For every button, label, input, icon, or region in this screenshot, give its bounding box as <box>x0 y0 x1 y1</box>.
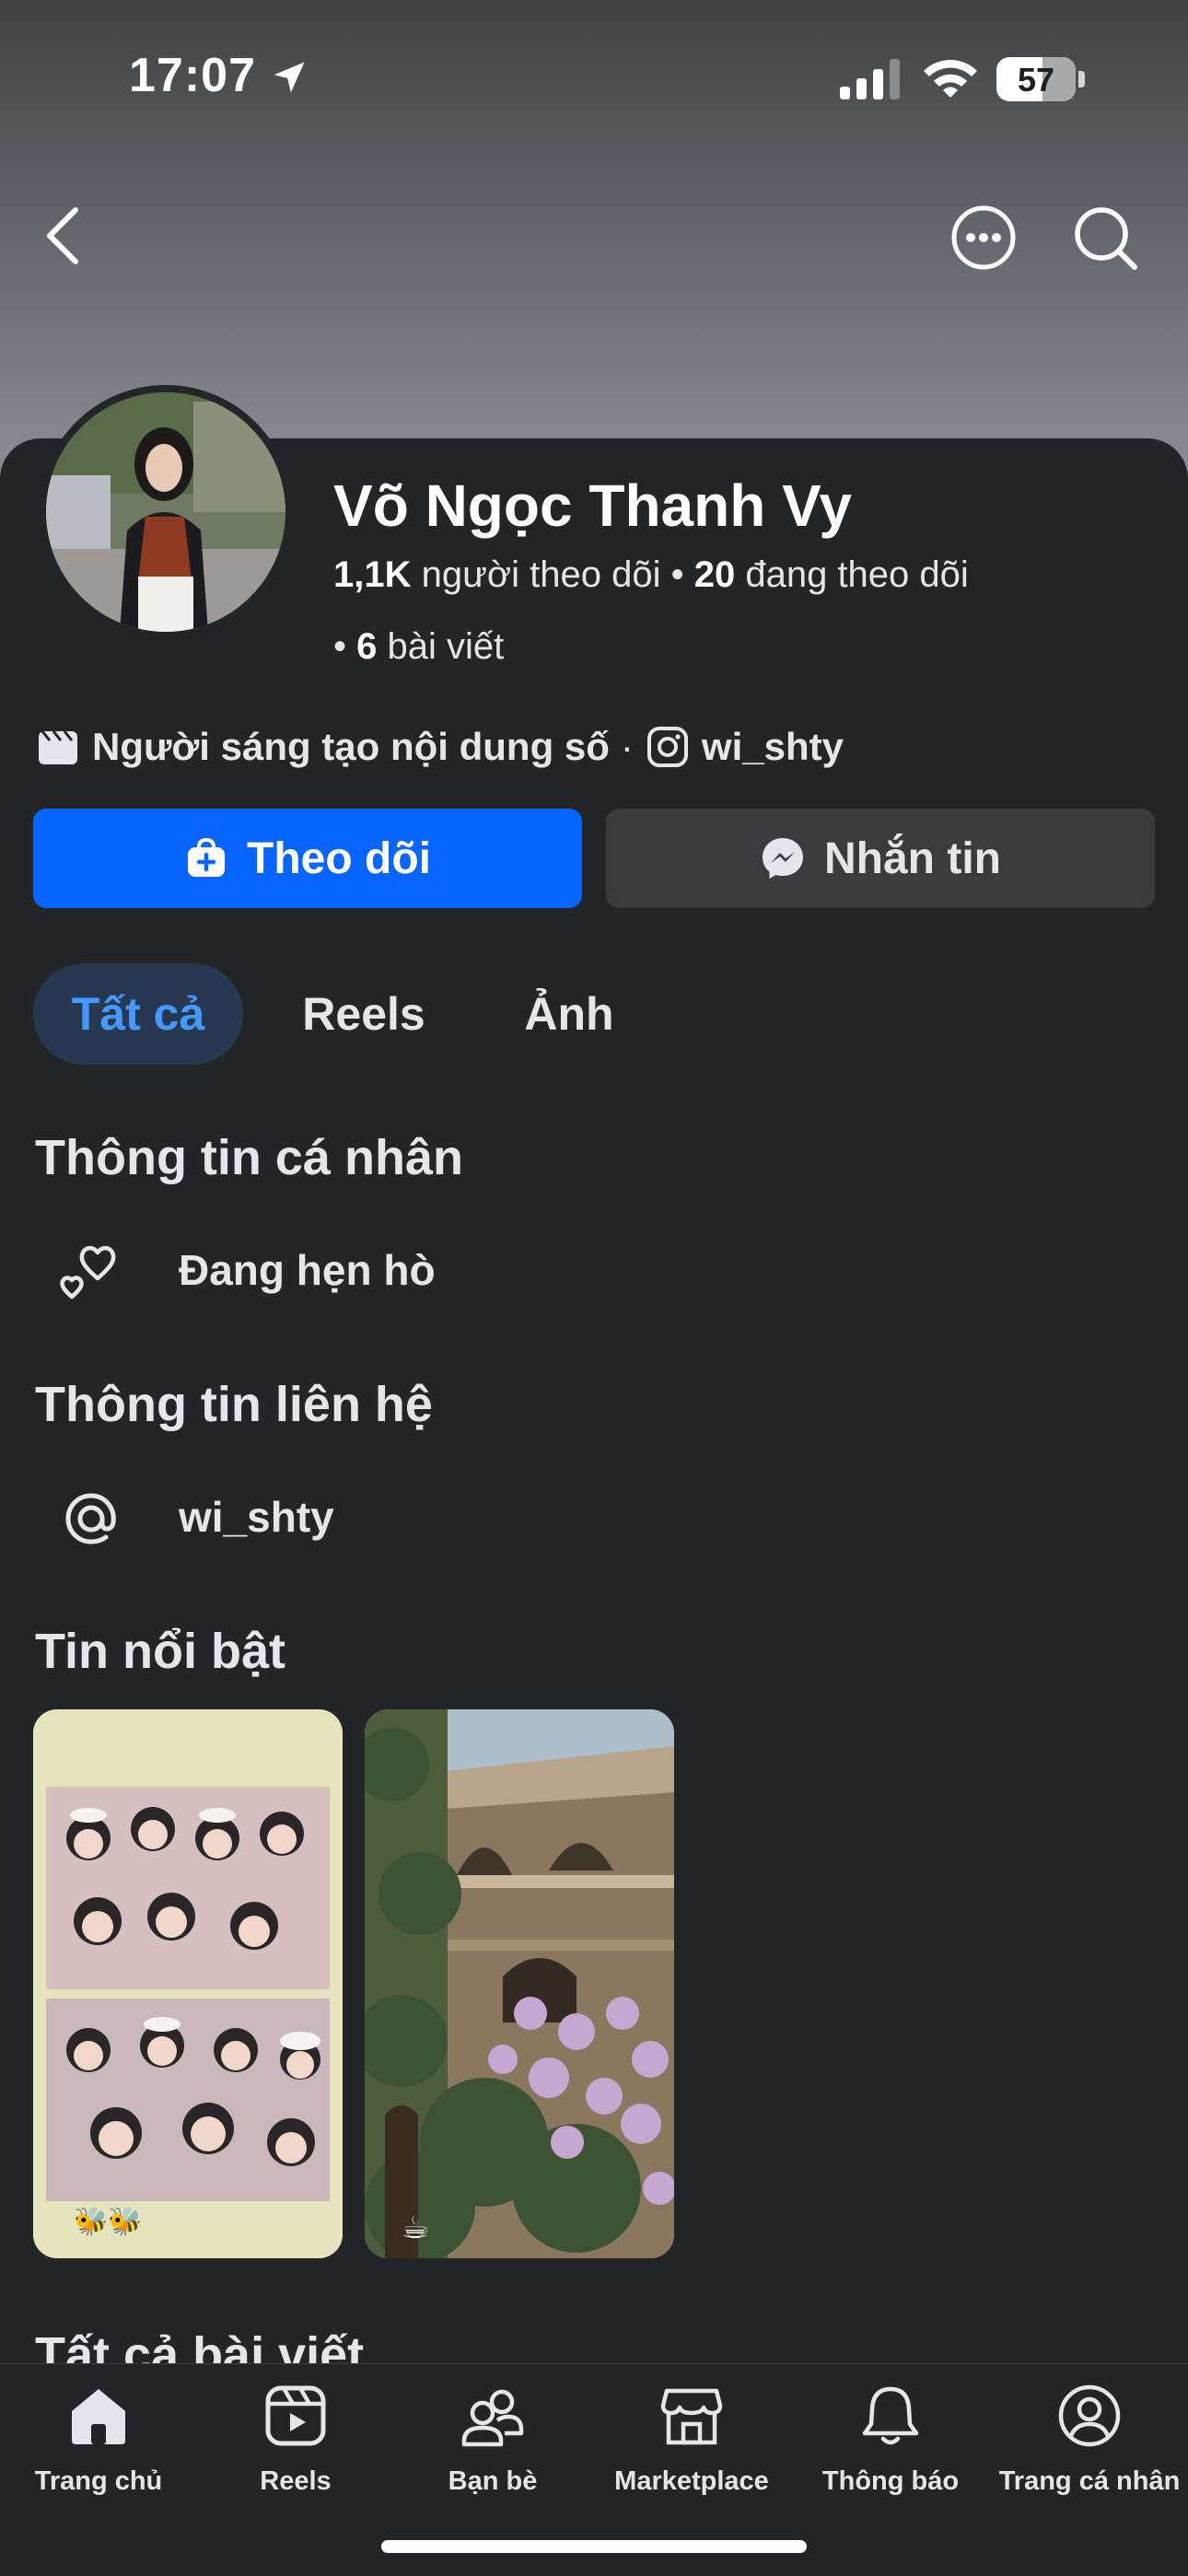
creator-category: Người sáng tạo nội dung số <box>92 725 610 768</box>
stat-separator: • <box>670 554 694 595</box>
bio-line: Người sáng tạo nội dung số · wi_shty <box>35 724 844 770</box>
tab-reels-nav[interactable]: Reels <box>197 2382 394 2501</box>
svg-text:☕: ☕ <box>402 2209 429 2246</box>
message-button-label: Nhắn tin <box>824 833 1001 883</box>
clapperboard-icon <box>39 730 77 764</box>
profile-icon <box>1058 2384 1121 2447</box>
messenger-icon <box>763 838 803 879</box>
battery-indicator: 57 <box>996 57 1085 101</box>
relationship-status: Đang hẹn hò <box>179 1246 436 1294</box>
avatar[interactable] <box>46 392 285 632</box>
contact-info-title: Thông tin liên hệ <box>35 1377 433 1432</box>
tab-profile-label: Trang cá nhân <box>998 2466 1181 2496</box>
hearts-icon <box>60 1245 116 1300</box>
tab-home[interactable]: Trang chủ <box>0 2382 197 2501</box>
posts-count: 6 <box>356 626 378 667</box>
status-time: 17:07 <box>129 49 256 102</box>
tab-notifications[interactable]: Thông báo <box>792 2382 989 2501</box>
location-arrow-icon <box>274 62 305 93</box>
avatar-photo <box>46 392 285 632</box>
cellular-signal-icon <box>840 59 900 99</box>
bell-icon <box>862 2386 919 2445</box>
posts-stats: • 6 bài viết <box>333 626 504 668</box>
profile-name: Võ Ngọc Thanh Vy <box>333 472 852 539</box>
followers-label[interactable]: người theo dõi <box>422 554 661 595</box>
tab-friends[interactable]: Bạn bè <box>394 2382 591 2501</box>
back-chevron-icon[interactable] <box>39 203 94 269</box>
highlights-title: Tin nổi bật <box>35 1624 285 1679</box>
message-button[interactable]: Nhắn tin <box>606 809 1155 908</box>
marketplace-icon <box>660 2388 723 2445</box>
search-icon[interactable] <box>1068 201 1142 274</box>
highlight-photo-1: 🐝🐝 <box>33 1709 343 2258</box>
home-indicator <box>381 2540 807 2553</box>
more-options-icon[interactable] <box>947 201 1020 274</box>
at-sign-icon <box>65 1493 116 1544</box>
follow-plus-icon <box>188 837 226 877</box>
highlight-photo-2: ☕ <box>365 1709 674 2258</box>
posts-label: bài viết <box>387 626 505 667</box>
follow-button-label: Theo dõi <box>247 833 431 883</box>
tab-profile[interactable]: Trang cá nhân <box>991 2382 1188 2501</box>
reels-icon <box>265 2385 326 2446</box>
status-bar: 17:07 57 <box>0 0 1188 157</box>
contact-handle[interactable]: wi_shty <box>179 1492 334 1542</box>
tab-reels[interactable]: Reels <box>276 963 451 1065</box>
svg-text:🐝🐝: 🐝🐝 <box>74 2206 143 2238</box>
stat-separator: • <box>333 626 357 667</box>
instagram-icon <box>646 727 688 767</box>
highlight-story-2[interactable]: ☕ <box>365 1709 674 2258</box>
friends-icon <box>461 2389 524 2447</box>
battery-level: 57 <box>1017 61 1055 99</box>
home-icon <box>72 2389 125 2444</box>
instagram-handle[interactable]: wi_shty <box>702 725 844 769</box>
personal-info-title: Thông tin cá nhân <box>35 1130 463 1185</box>
tab-all[interactable]: Tất cả <box>33 963 243 1065</box>
tab-photos[interactable]: Ảnh <box>488 963 650 1065</box>
tab-marketplace[interactable]: Marketplace <box>593 2382 790 2501</box>
following-label[interactable]: đang theo dõi <box>745 554 968 595</box>
wifi-icon <box>924 59 977 98</box>
follow-stats: 1,1K người theo dõi • 20 đang theo dõi <box>333 554 969 596</box>
follow-button[interactable]: Theo dõi <box>33 809 582 908</box>
followers-count[interactable]: 1,1K <box>333 554 412 595</box>
highlight-story-1[interactable]: 🐝🐝 <box>33 1709 343 2258</box>
bio-separator: · <box>620 725 634 768</box>
following-count[interactable]: 20 <box>694 554 736 595</box>
